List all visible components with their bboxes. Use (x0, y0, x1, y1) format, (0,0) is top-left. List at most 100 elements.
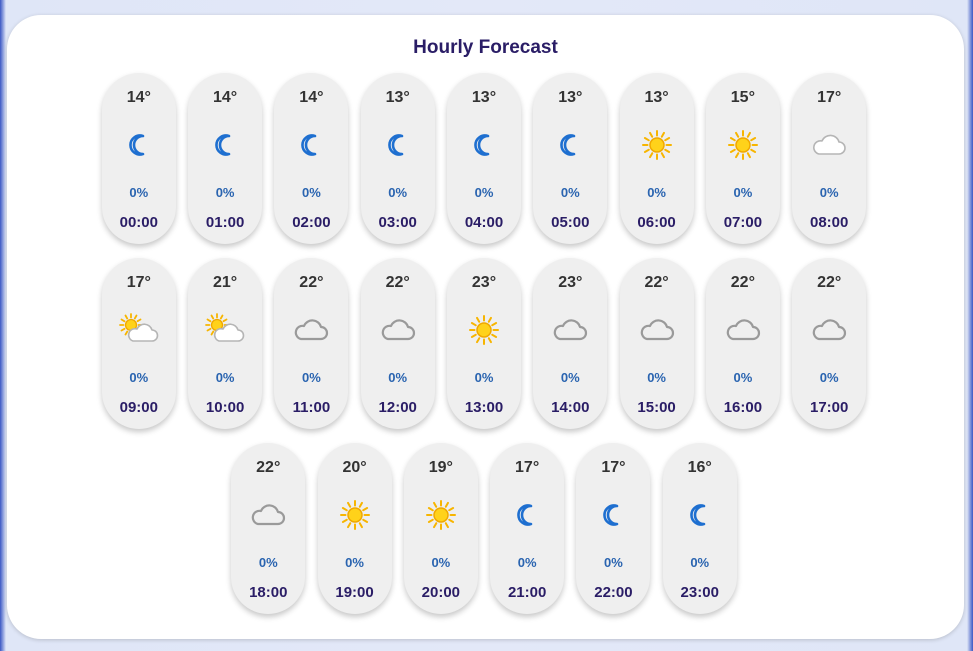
hourly-grid: 14° 0% 00:00 14° 0% 01:00 14° 0% 02:00 13° 0% 03:00… (59, 73, 909, 614)
hour-time: 09:00 (119, 399, 158, 416)
hour-temperature: 17° (126, 274, 151, 291)
moon-icon (188, 128, 262, 162)
hour-time: 02:00 (292, 214, 331, 231)
hour-temperature: 17° (601, 459, 626, 476)
hour-temperature: 23° (558, 274, 583, 291)
hour-card: 20° 0% 19:00 (317, 443, 392, 614)
hour-card: 13° 0% 04:00 (447, 73, 521, 244)
hour-precipitation: 0% (819, 370, 839, 385)
hour-temperature: 22° (385, 274, 410, 291)
hour-card: 23° 0% 13:00 (447, 258, 521, 429)
hour-card: 22° 0% 12:00 (360, 258, 435, 429)
moon-icon (663, 498, 737, 532)
hour-temperature: 13° (385, 89, 410, 106)
hour-temperature: 22° (730, 274, 755, 291)
sun-icon (447, 313, 521, 347)
sun-icon (404, 498, 478, 532)
hour-card: 14° 0% 00:00 (101, 73, 176, 244)
moon-icon (447, 128, 521, 162)
hour-precipitation: 0% (388, 370, 408, 385)
hour-precipitation: 0% (215, 370, 235, 385)
hour-time: 06:00 (637, 214, 676, 231)
hour-temperature: 14° (126, 89, 151, 106)
sun-icon (620, 128, 694, 162)
hour-precipitation: 0% (604, 555, 623, 570)
hour-time: 20:00 (421, 584, 461, 601)
hour-time: 05:00 (551, 214, 590, 231)
hour-temperature: 13° (644, 89, 669, 106)
hour-precipitation: 0% (474, 370, 494, 385)
hour-precipitation: 0% (560, 185, 580, 200)
hour-precipitation: 0% (302, 370, 321, 385)
hour-time: 13:00 (464, 399, 504, 416)
hour-time: 22:00 (594, 584, 633, 601)
hour-card: 21° 0% 10:00 (188, 258, 263, 429)
hour-card: 17° 0% 21:00 (490, 443, 565, 614)
hour-precipitation: 0% (215, 185, 235, 200)
hour-precipitation: 0% (560, 370, 580, 385)
hour-precipitation: 0% (345, 555, 364, 570)
hour-temperature: 22° (817, 274, 842, 291)
hour-temperature: 22° (256, 459, 281, 476)
hour-precipitation: 0% (733, 370, 753, 385)
hour-card: 15° 0% 07:00 (705, 73, 780, 244)
partly-cloudy-icon (188, 313, 262, 347)
hour-temperature: 16° (687, 459, 712, 476)
hour-card: 22° 0% 16:00 (705, 258, 780, 429)
hour-card: 17° 0% 09:00 (101, 258, 176, 429)
hour-time: 08:00 (810, 214, 849, 231)
hour-time: 00:00 (119, 214, 158, 231)
hour-time: 19:00 (335, 584, 374, 601)
overcast-cloud-icon (274, 313, 348, 347)
moon-icon (490, 498, 564, 532)
hour-card: 22° 0% 15:00 (619, 258, 694, 429)
hour-temperature: 23° (471, 274, 497, 291)
overcast-cloud-icon (533, 313, 607, 347)
hour-temperature: 13° (471, 89, 497, 106)
hour-card: 17° 0% 22:00 (576, 443, 651, 614)
forecast-card: Hourly Forecast 14° 0% 00:00 14° 0% 01:00 14° 0… (7, 15, 964, 639)
hour-temperature: 22° (299, 274, 324, 291)
hour-temperature: 14° (213, 89, 238, 106)
hour-time: 10:00 (205, 399, 245, 416)
hour-precipitation: 0% (647, 185, 666, 200)
hour-card: 13° 0% 05:00 (533, 73, 608, 244)
hour-temperature: 21° (213, 274, 238, 291)
overcast-cloud-icon (620, 313, 694, 347)
hour-time: 14:00 (551, 399, 590, 416)
hour-time: 12:00 (378, 399, 417, 416)
hour-card: 17° 0% 08:00 (792, 73, 867, 244)
moon-icon (102, 128, 176, 162)
hour-time: 16:00 (723, 399, 763, 416)
hour-temperature: 13° (558, 89, 583, 106)
hour-card: 14° 0% 01:00 (188, 73, 263, 244)
hour-temperature: 19° (428, 459, 453, 476)
moon-icon (533, 128, 607, 162)
moon-icon (361, 128, 435, 162)
hour-temperature: 15° (730, 89, 755, 106)
hour-time: 11:00 (292, 399, 331, 416)
hour-precipitation: 0% (733, 185, 753, 200)
hour-time: 23:00 (680, 584, 719, 601)
hour-precipitation: 0% (302, 185, 321, 200)
hour-card: 16° 0% 23:00 (662, 443, 737, 614)
hour-precipitation: 0% (690, 555, 710, 570)
sun-icon (706, 128, 780, 162)
hour-time: 18:00 (249, 584, 288, 601)
hour-temperature: 17° (817, 89, 842, 106)
hour-precipitation: 0% (388, 185, 408, 200)
hour-time: 21:00 (507, 584, 547, 601)
sun-icon (318, 498, 392, 532)
hour-precipitation: 0% (129, 370, 149, 385)
hour-temperature: 22° (644, 274, 669, 291)
overcast-cloud-icon (231, 498, 305, 532)
hour-card: 22° 0% 17:00 (792, 258, 867, 429)
hour-precipitation: 0% (517, 555, 537, 570)
hour-temperature: 20° (342, 459, 367, 476)
hour-precipitation: 0% (129, 185, 149, 200)
hour-card: 22° 0% 11:00 (274, 258, 349, 429)
hour-card: 13° 0% 03:00 (360, 73, 435, 244)
hour-time: 15:00 (637, 399, 676, 416)
hour-time: 04:00 (464, 214, 504, 231)
hour-precipitation: 0% (431, 555, 451, 570)
